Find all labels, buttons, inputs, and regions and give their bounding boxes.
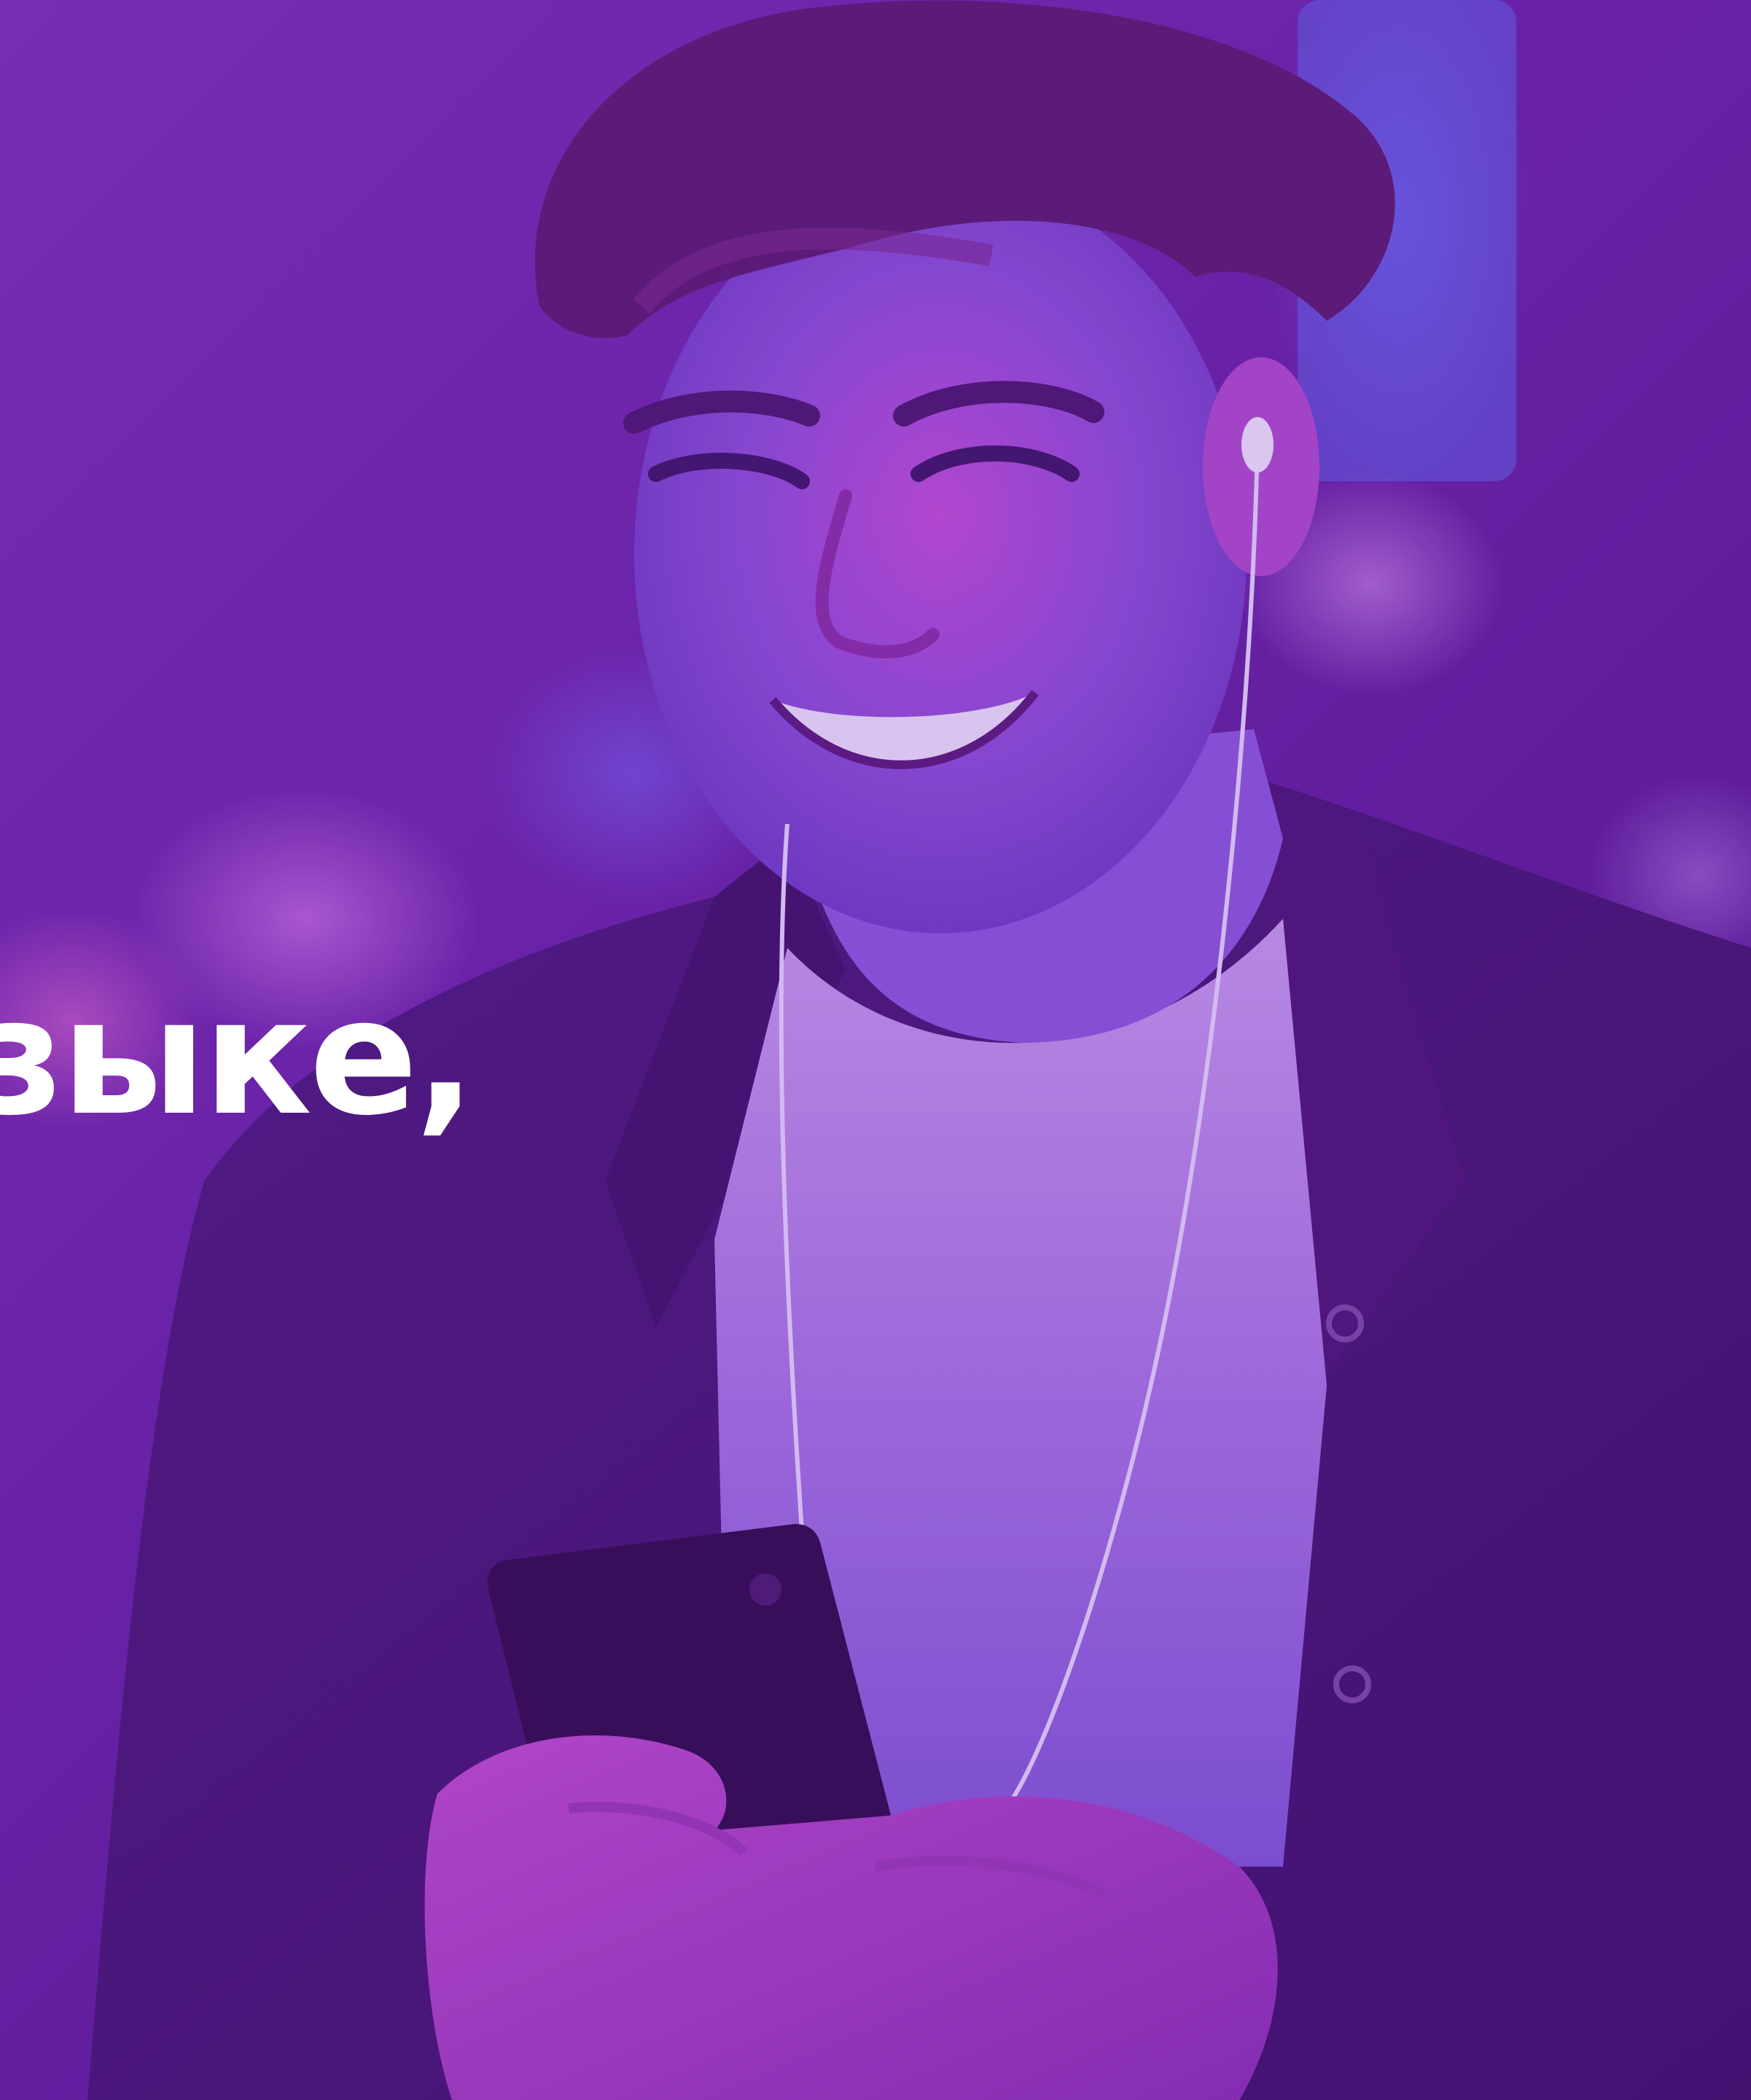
- headline: зыке,: [0, 964, 476, 1151]
- hero-banner: зыке,: [0, 0, 1751, 2100]
